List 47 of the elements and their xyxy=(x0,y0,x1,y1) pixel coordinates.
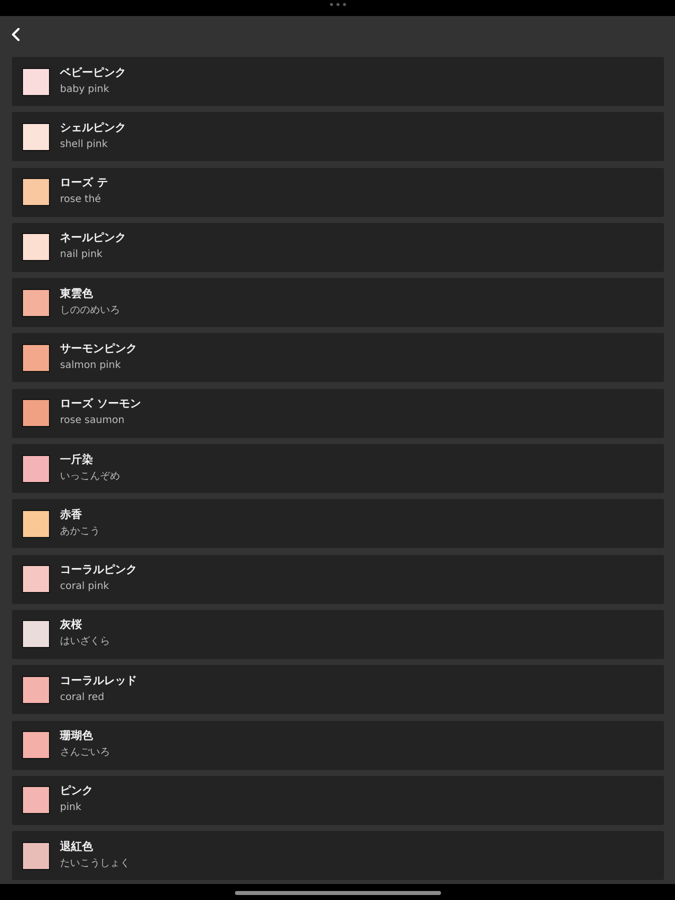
color-reading: salmon pink xyxy=(60,358,122,372)
color-list-item[interactable]: ベビーピンク baby pink xyxy=(12,57,664,106)
color-list-item[interactable]: ローズ テ rose thé xyxy=(12,168,664,217)
color-reading: はいざくら xyxy=(60,635,110,648)
color-name: 退紅色 xyxy=(60,840,94,854)
color-reading: rose thé xyxy=(60,193,102,206)
color-list-item[interactable]: コーラルピンク coral pink xyxy=(12,554,664,604)
color-reading: rose saumon xyxy=(60,414,126,428)
color-reading: いっこんぞめ xyxy=(60,470,120,483)
color-reading: たいこうしょく xyxy=(60,856,130,870)
color-list-item[interactable]: 灰桜 はいざくら xyxy=(12,610,664,659)
color-name: 灰桜 xyxy=(60,618,83,632)
color-list-item[interactable]: コーラルレッド coral red xyxy=(12,665,664,714)
color-list-item[interactable]: サーモンピンク salmon pink xyxy=(12,333,664,382)
color-name: コーラルレッド xyxy=(60,674,137,688)
color-list-item[interactable]: ピンク pink xyxy=(12,776,664,825)
color-reading: しののめいろ xyxy=(60,304,120,317)
color-name: 一斤染 xyxy=(60,452,94,467)
color-list-item[interactable]: 珊瑚色 さんごいろ xyxy=(12,720,664,770)
color-name: 赤香 xyxy=(60,508,83,522)
color-list-item[interactable]: ローズ ソーモン rose saumon xyxy=(12,388,664,438)
back-icon[interactable] xyxy=(11,28,20,40)
color-list-item[interactable]: 一斤染 いっこんぞめ xyxy=(12,444,664,494)
color-name: 東雲色 xyxy=(60,286,94,301)
color-list-item[interactable]: 赤香 あかこう xyxy=(12,499,664,548)
color-reading: coral pink xyxy=(60,580,110,594)
color-name: コーラルピンク xyxy=(60,563,137,578)
color-reading: shell pink xyxy=(60,138,109,151)
dots-icon[interactable] xyxy=(330,2,346,6)
color-reading: あかこう xyxy=(60,524,100,538)
color-name: シェルピンク xyxy=(60,120,126,135)
color-list-item[interactable]: ネールピンク nail pink xyxy=(12,222,664,272)
color-list-item[interactable]: 退紅色 たいこうしょく xyxy=(12,831,664,880)
color-name: 珊瑚色 xyxy=(60,729,94,744)
color-name: ピンク xyxy=(60,784,93,798)
color-reading: baby pink xyxy=(60,82,110,96)
color-name: ローズ ソーモン xyxy=(60,397,141,412)
color-name: ネールピンク xyxy=(60,231,126,246)
color-list-item[interactable]: 東雲色 しののめいろ xyxy=(12,278,664,328)
color-reading: nail pink xyxy=(60,248,104,262)
color-name: サーモンピンク xyxy=(60,342,137,356)
color-name: ローズ テ xyxy=(60,176,108,190)
color-list-item[interactable]: シェルピンク shell pink xyxy=(12,112,664,162)
color-reading: pink xyxy=(60,801,82,814)
color-name: ベビーピンク xyxy=(60,66,126,80)
color-reading: coral red xyxy=(60,690,106,704)
color-reading: さんごいろ xyxy=(60,746,110,760)
